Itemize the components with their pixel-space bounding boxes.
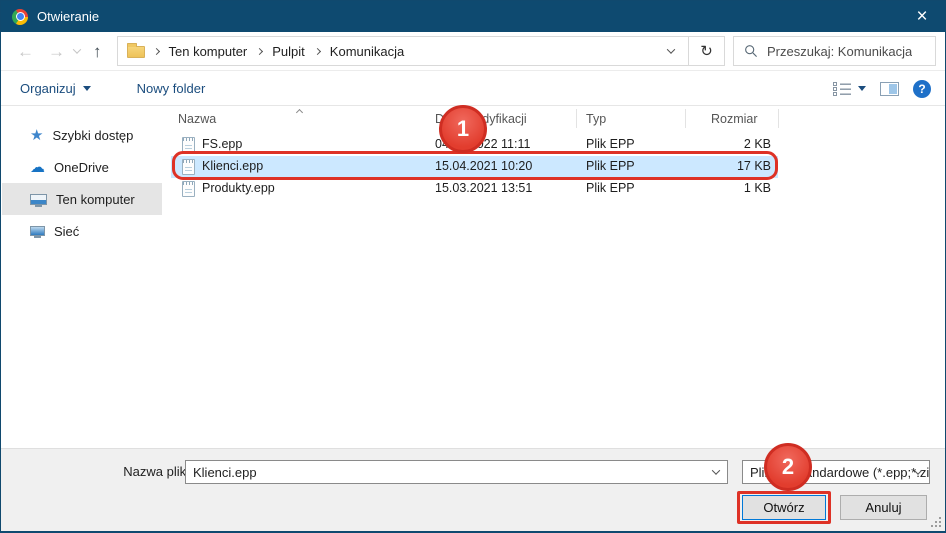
- onedrive-cloud-icon: ☁: [30, 160, 45, 175]
- file-date: 15.03.2021 13:51: [435, 181, 532, 195]
- command-toolbar: Organizuj Nowy folder ?: [1, 71, 945, 106]
- open-dialog-window: Otwieranie × ← → ↑ Ten komputer Pulpit K…: [0, 0, 946, 533]
- file-type: Plik EPP: [586, 159, 635, 173]
- search-input[interactable]: Przeszukaj: Komunikacja: [733, 36, 936, 66]
- new-folder-button[interactable]: Nowy folder: [125, 81, 218, 96]
- column-divider[interactable]: [778, 109, 779, 128]
- file-name: Klienci.epp: [202, 159, 263, 173]
- column-divider[interactable]: [685, 109, 686, 128]
- sidebar-item-label: Szybki dostęp: [52, 128, 133, 143]
- file-date: 04.03.2022 11:11: [435, 137, 530, 151]
- chevron-right-icon: [314, 47, 321, 54]
- sort-ascending-icon: [297, 103, 302, 118]
- open-button[interactable]: Otwórz: [742, 495, 826, 520]
- navigation-bar: ← → ↑ Ten komputer Pulpit Komunikacja ↻ …: [1, 32, 945, 71]
- filename-label: Nazwa pliku:: [101, 464, 197, 479]
- column-header-rozmiar[interactable]: Rozmiar: [711, 112, 758, 126]
- chevron-down-icon: [83, 86, 91, 91]
- cancel-button[interactable]: Anuluj: [840, 495, 927, 520]
- file-type: Plik EPP: [586, 137, 635, 151]
- file-size: 2 KB: [744, 137, 771, 151]
- chevron-down-icon: [712, 466, 720, 474]
- chevron-right-icon: [152, 47, 159, 54]
- change-view-button[interactable]: [833, 82, 866, 96]
- epp-file-icon: [182, 137, 195, 153]
- new-folder-label: Nowy folder: [137, 81, 206, 96]
- network-icon: [30, 226, 45, 236]
- filename-value: Klienci.epp: [193, 465, 257, 480]
- search-icon: [744, 44, 758, 58]
- resize-grip[interactable]: [931, 517, 941, 527]
- up-icon[interactable]: ↑: [86, 43, 109, 60]
- filetype-value: Pliki niestandardowe (*.epp;*.zi: [750, 465, 929, 480]
- history-chevron-icon[interactable]: [73, 45, 81, 53]
- column-header-typ[interactable]: Typ: [586, 112, 606, 126]
- details-view-icon: [833, 82, 851, 96]
- sidebar-item-label: Sieć: [54, 224, 79, 239]
- window-title: Otwieranie: [37, 9, 99, 24]
- folder-icon: [127, 46, 145, 58]
- column-divider[interactable]: [576, 109, 577, 128]
- breadcrumb-item[interactable]: Pulpit: [263, 44, 314, 59]
- sidebar: ★ Szybki dostęp ☁ OneDrive Ten komputer …: [2, 107, 162, 451]
- column-header-data-modyfikacji[interactable]: Data modyfikacji: [435, 112, 527, 126]
- column-header-nazwa[interactable]: Nazwa: [178, 112, 216, 126]
- organize-button[interactable]: Organizuj: [8, 81, 103, 96]
- breadcrumb-item[interactable]: Ten komputer: [160, 44, 257, 59]
- file-row-produkty[interactable]: Produkty.epp 15.03.2021 13:51 Plik EPP 1…: [171, 178, 778, 200]
- file-name: FS.epp: [202, 137, 242, 151]
- file-date: 15.04.2021 10:20: [435, 159, 532, 173]
- file-size: 17 KB: [737, 159, 771, 173]
- help-icon[interactable]: ?: [913, 80, 931, 98]
- refresh-icon: ↻: [700, 42, 713, 60]
- sidebar-item-siec[interactable]: Sieć: [2, 215, 162, 247]
- preview-pane-icon[interactable]: [880, 82, 899, 96]
- chrome-icon: [12, 9, 28, 25]
- organize-label: Organizuj: [20, 81, 76, 96]
- file-name: Produkty.epp: [202, 181, 275, 195]
- address-dropdown-icon[interactable]: [667, 45, 675, 53]
- filetype-select[interactable]: Pliki niestandardowe (*.epp;*.zi: [742, 460, 930, 484]
- epp-file-icon: [182, 181, 195, 197]
- chevron-right-icon: [256, 47, 263, 54]
- breadcrumb-item[interactable]: Komunikacja: [321, 44, 413, 59]
- sidebar-item-label: OneDrive: [54, 160, 109, 175]
- address-bar[interactable]: Ten komputer Pulpit Komunikacja: [117, 36, 690, 66]
- sidebar-item-onedrive[interactable]: ☁ OneDrive: [2, 151, 162, 183]
- sidebar-item-ten-komputer[interactable]: Ten komputer: [2, 183, 162, 215]
- close-icon[interactable]: ×: [899, 1, 945, 32]
- file-row-klienci[interactable]: Klienci.epp 15.04.2021 10:20 Plik EPP 17…: [171, 156, 778, 178]
- filename-input[interactable]: Klienci.epp: [185, 460, 728, 484]
- sidebar-item-szybki-dostep[interactable]: ★ Szybki dostęp: [2, 119, 162, 151]
- forward-icon[interactable]: →: [41, 43, 72, 60]
- search-placeholder: Przeszukaj: Komunikacja: [767, 44, 912, 59]
- back-icon[interactable]: ←: [10, 43, 41, 60]
- chevron-down-icon: [858, 86, 866, 91]
- file-row-fs[interactable]: FS.epp 04.03.2022 11:11 Plik EPP 2 KB: [171, 134, 778, 156]
- sidebar-item-label: Ten komputer: [56, 192, 135, 207]
- this-pc-monitor-icon: [30, 194, 47, 205]
- file-type: Plik EPP: [586, 181, 635, 195]
- epp-file-icon: [182, 159, 195, 175]
- title-bar: Otwieranie ×: [1, 1, 945, 32]
- file-size: 1 KB: [744, 181, 771, 195]
- quick-access-icon: ★: [30, 128, 43, 143]
- refresh-button[interactable]: ↻: [688, 36, 725, 66]
